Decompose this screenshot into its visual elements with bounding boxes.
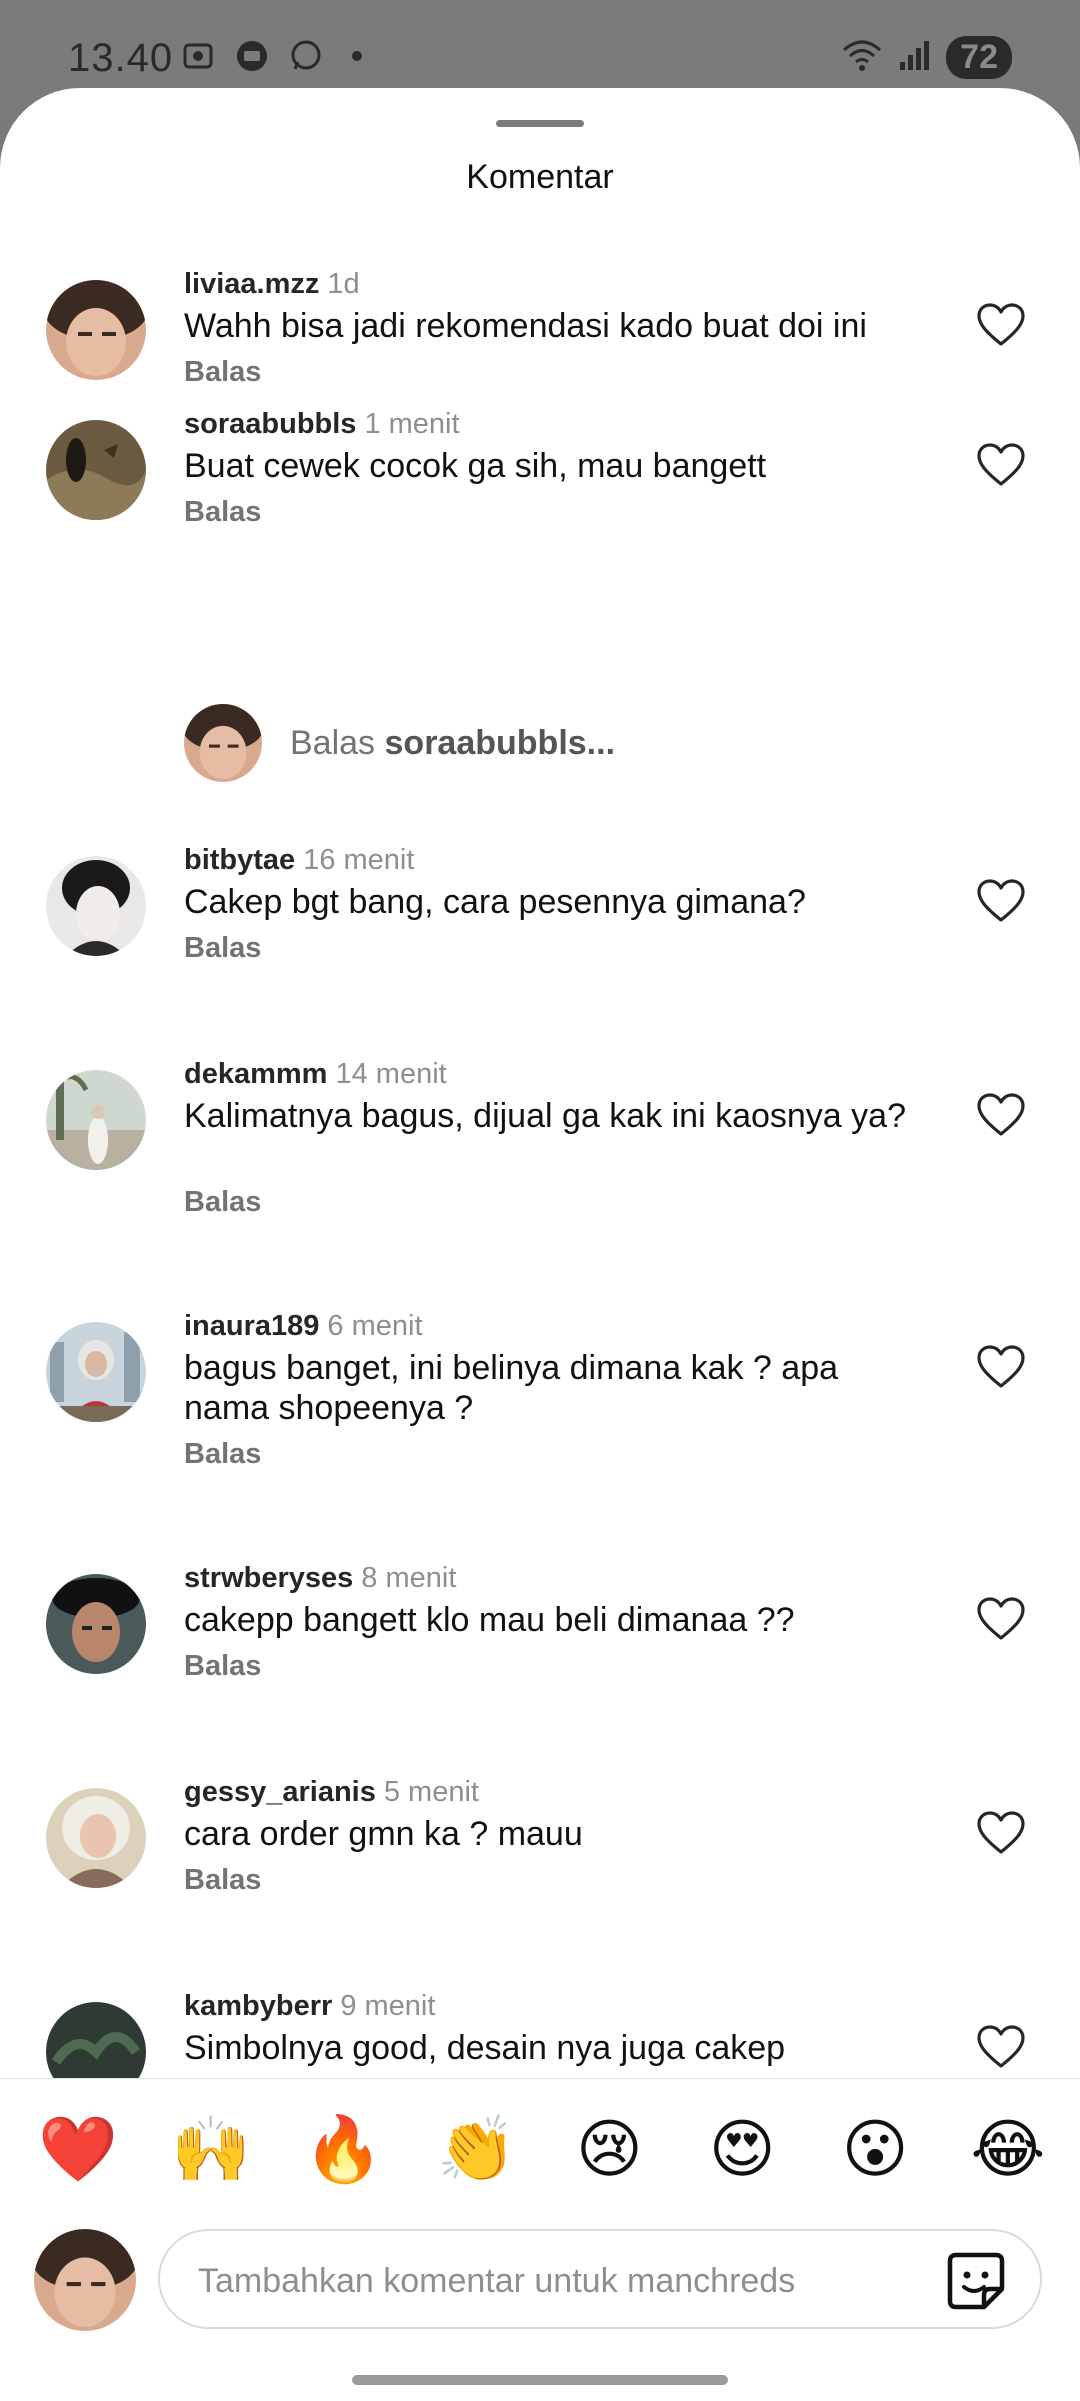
reply-button[interactable]: Balas <box>184 1438 261 1471</box>
comment-time: 1 menit <box>364 408 460 440</box>
comment-item: dekammm 14 menit Kalimatnya bagus, dijual… <box>0 1058 1080 1248</box>
comment-time: 8 menit <box>361 1562 457 1594</box>
comment-header: liviaa.mzz 1d <box>184 268 360 301</box>
avatar[interactable] <box>46 1788 146 1888</box>
emoji-fire-button[interactable]: 🔥 <box>304 2109 384 2189</box>
avatar[interactable] <box>46 856 146 956</box>
reply-button[interactable]: Balas <box>184 1864 261 1897</box>
comment-item: liviaa.mzz 1d Wahh bisa jadi rekomendasi … <box>0 268 1080 418</box>
comment-header: strwberyses 8 menit <box>184 1562 456 1595</box>
battery-indicator: 72 <box>946 36 1012 79</box>
comment-composer-area: ❤️ 🙌 🔥 👏 😢 😍 😮 😂 <box>0 2078 1080 2401</box>
comment-username[interactable]: dekammm <box>184 1058 327 1090</box>
comment-username[interactable]: strwberyses <box>184 1562 353 1594</box>
emoji-clap-button[interactable]: 👏 <box>437 2109 517 2189</box>
app-notification-icon <box>234 38 270 74</box>
heart-outline-icon[interactable] <box>976 302 1026 348</box>
comment-header: bitbytae 16 menit <box>184 844 414 877</box>
more-notifications-dot <box>352 51 362 61</box>
comment-item: soraabubbls 1 menit Buat cewek cocok ga s… <box>0 408 1080 558</box>
comment-header: kambyberr 9 menit <box>184 1990 435 2023</box>
avatar[interactable] <box>46 1574 146 1674</box>
drag-handle[interactable] <box>496 120 584 127</box>
heart-outline-icon[interactable] <box>976 878 1026 924</box>
emoji-heart-button[interactable]: ❤️ <box>38 2109 118 2189</box>
comment-input-container <box>158 2229 1042 2329</box>
comment-text: Simbolnya good, desain nya juga cakep <box>184 2029 786 2067</box>
comment-username[interactable]: liviaa.mzz <box>184 268 319 300</box>
comment-header: inaura189 6 menit <box>184 1310 423 1343</box>
comment-item: inaura189 6 menit bagus banget, ini belin… <box>0 1310 1080 1500</box>
comment-time: 5 menit <box>383 1776 479 1808</box>
reply-button[interactable]: Balas <box>184 496 261 529</box>
comment-header: soraabubbls 1 menit <box>184 408 460 441</box>
comment-header: gessy_arianis 5 menit <box>184 1776 479 1809</box>
sticker-icon[interactable] <box>944 2249 1008 2313</box>
heart-outline-icon[interactable] <box>976 1344 1026 1390</box>
emoji-heart-eyes-button[interactable]: 😍 <box>702 2109 782 2189</box>
comment-username[interactable]: kambyberr <box>184 1990 332 2022</box>
heart-outline-icon[interactable] <box>976 1596 1026 1642</box>
comment-item: bitbytae 16 menit Cakep bgt bang, cara pe… <box>0 844 1080 994</box>
comment-time: 14 menit <box>335 1058 447 1090</box>
emoji-crying-button[interactable]: 😢 <box>569 2109 649 2189</box>
comment-time: 16 menit <box>303 844 415 876</box>
comment-text: bagus banget, ini belinya dimana kak ? a… <box>184 1349 839 1427</box>
whatsapp-icon <box>288 38 324 74</box>
reply-prompt-user: soraabubbls... <box>384 724 616 762</box>
comment-input[interactable] <box>196 2255 900 2307</box>
reply-button[interactable]: Balas <box>184 1650 261 1683</box>
screenshot-icon <box>180 38 216 74</box>
heart-outline-icon[interactable] <box>976 1092 1026 1138</box>
comment-username[interactable]: soraabubbls <box>184 408 356 440</box>
avatar[interactable] <box>46 2002 146 2078</box>
comment-username[interactable]: inaura189 <box>184 1310 319 1342</box>
comment-item: kambyberr 9 menit Simbolnya good, desain … <box>0 1990 1080 2078</box>
avatar[interactable] <box>46 420 146 520</box>
comment-item: gessy_arianis 5 menit cara order gmn ka ?… <box>0 1776 1080 1926</box>
comment-username[interactable]: bitbytae <box>184 844 295 876</box>
status-time: 13.40 <box>68 36 174 80</box>
comment-header: dekammm 14 menit <box>184 1058 447 1091</box>
avatar <box>34 2229 136 2331</box>
quick-emoji-row: ❤️ 🙌 🔥 👏 😢 😍 😮 😂 <box>38 2109 1048 2189</box>
comments-sheet: Komentar liviaa.mzz 1d Wahh bisa jadi rek… <box>0 88 1080 2400</box>
signal-icon <box>898 38 932 77</box>
reply-button[interactable]: Balas <box>184 1186 261 1219</box>
heart-outline-icon[interactable] <box>976 2024 1026 2070</box>
reply-button[interactable]: Balas <box>184 932 261 965</box>
avatar[interactable] <box>46 280 146 380</box>
emoji-surprised-button[interactable]: 😮 <box>835 2109 915 2189</box>
emoji-laughing-button[interactable]: 😂 <box>968 2109 1048 2189</box>
comment-time: 9 menit <box>340 1990 436 2022</box>
avatar <box>184 704 262 782</box>
emoji-raised-hands-button[interactable]: 🙌 <box>171 2109 251 2189</box>
comment-text: Kalimatnya bagus, dijual ga kak ini kaos… <box>184 1097 906 1135</box>
reply-button[interactable]: Balas <box>184 356 261 389</box>
comment-time: 6 menit <box>327 1310 423 1342</box>
reply-prompt-text[interactable]: Balas soraabubbls... <box>290 724 615 763</box>
comment-time: 1d <box>327 268 360 300</box>
heart-outline-icon[interactable] <box>976 442 1026 488</box>
heart-outline-icon[interactable] <box>976 1810 1026 1856</box>
reply-prompt-prefix: Balas <box>290 724 376 762</box>
comment-text: cara order gmn ka ? mauu <box>184 1815 583 1853</box>
comment-text: cakepp bangett klo mau beli dimanaa ?? <box>184 1601 795 1639</box>
avatar[interactable] <box>46 1322 146 1422</box>
home-indicator[interactable] <box>352 2375 728 2385</box>
comment-username[interactable]: gessy_arianis <box>184 1776 376 1808</box>
sheet-title: Komentar <box>466 158 614 196</box>
comment-text: Buat cewek cocok ga sih, mau bangett <box>184 447 767 485</box>
wifi-icon <box>840 38 884 77</box>
reply-prompt[interactable]: Balas soraabubbls... <box>0 696 1080 786</box>
comment-text: Wahh bisa jadi rekomendasi kado buat doi… <box>184 307 867 345</box>
comment-item: strwberyses 8 menit cakepp bangett klo ma… <box>0 1562 1080 1712</box>
comment-text: Cakep bgt bang, cara pesennya gimana? <box>184 883 806 921</box>
avatar[interactable] <box>46 1070 146 1170</box>
notification-icons <box>180 38 362 74</box>
system-icons: 72 <box>840 36 1012 79</box>
